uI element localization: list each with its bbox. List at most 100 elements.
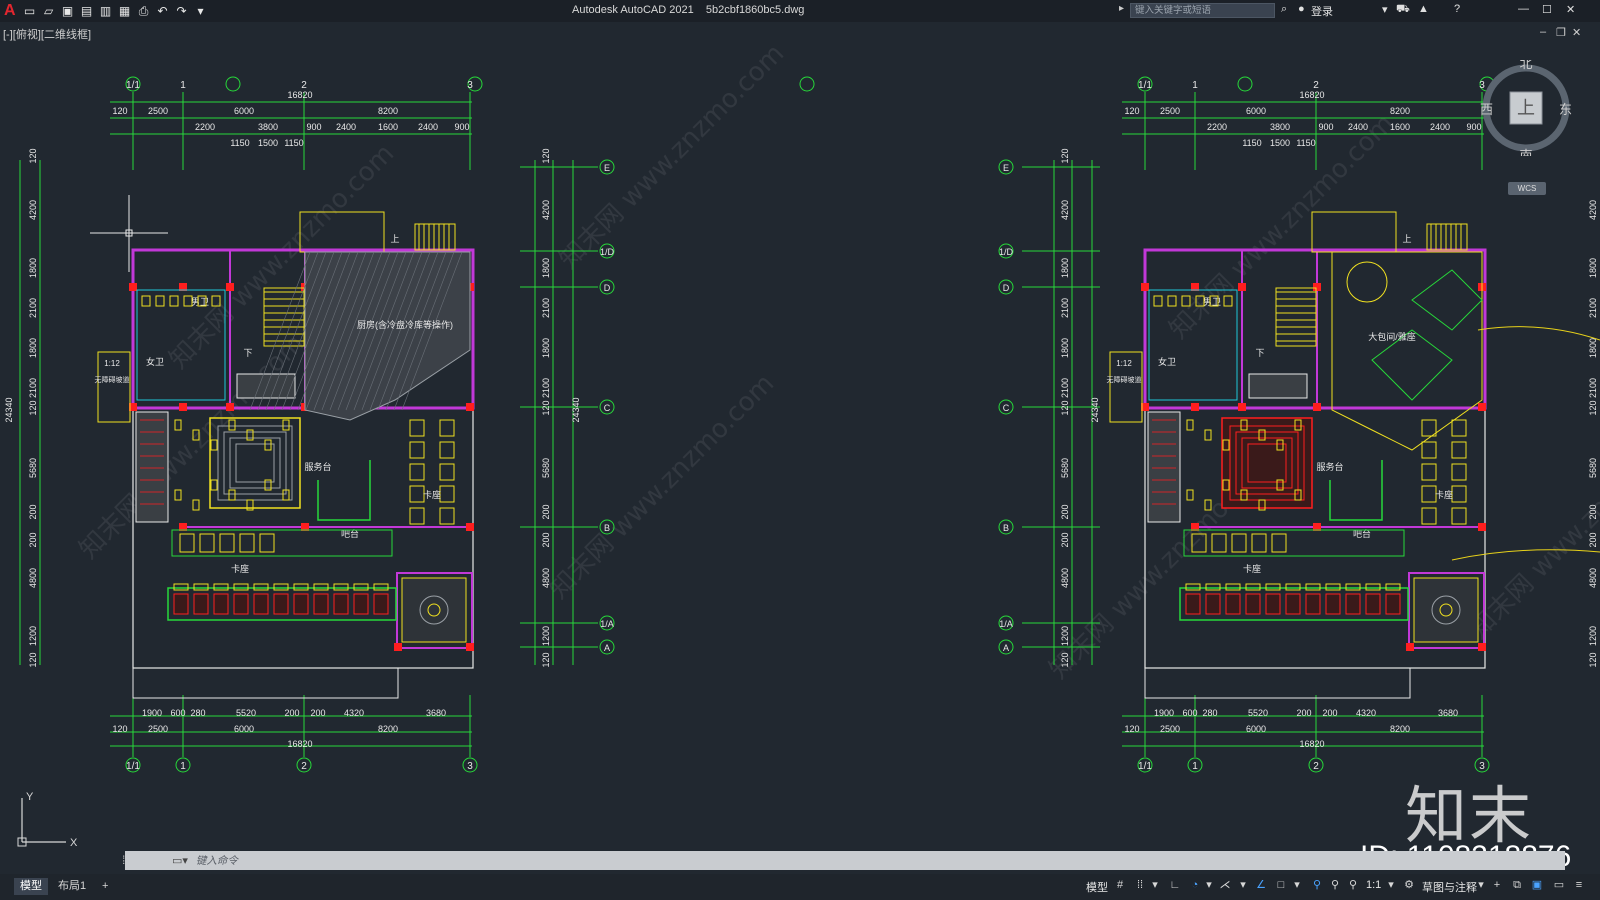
- dimension-text: 200: [1060, 532, 1070, 547]
- open-file-icon[interactable]: ▱: [41, 3, 57, 19]
- redo-icon[interactable]: ↷: [174, 3, 190, 19]
- chevron-down-icon[interactable]: ▾: [1382, 3, 1388, 16]
- model-space-toggle[interactable]: 模型: [1086, 879, 1108, 895]
- chevron-down-icon[interactable]: ▾: [1236, 878, 1250, 892]
- customize-menu-icon[interactable]: ≡: [1572, 878, 1586, 892]
- dimension-text: 8200: [378, 724, 398, 734]
- viewcube[interactable]: 上 北 南 西 东: [1478, 60, 1574, 156]
- undo-icon[interactable]: ↶: [155, 3, 171, 19]
- dimension-text: 200: [541, 504, 551, 519]
- chair: [1345, 583, 1361, 591]
- command-input[interactable]: 键入命令: [196, 853, 238, 868]
- booth-seat: [1421, 419, 1437, 437]
- workspace-switch[interactable]: 草图与注释: [1422, 879, 1477, 895]
- object-snap-tracking-icon[interactable]: ∠: [1254, 878, 1268, 892]
- dimension-text: 120: [112, 106, 127, 116]
- dimension-text: 600: [1182, 708, 1197, 718]
- add-layout-icon[interactable]: +: [96, 878, 114, 895]
- command-prompt-icon[interactable]: ▭▾: [172, 854, 188, 867]
- customize-toolbar-icon[interactable]: ▾: [193, 3, 209, 19]
- booth-seat: [439, 463, 455, 481]
- booth-seat: [409, 419, 425, 437]
- wcs-button[interactable]: WCS: [1508, 182, 1546, 195]
- dimension-text: 4200: [1060, 200, 1070, 220]
- dimension-text: 8200: [1390, 724, 1410, 734]
- chair: [213, 583, 229, 591]
- grid-bubble-label: C: [604, 403, 611, 413]
- title-bar: A ▭ ▱ ▣ ▤ ▥ ▦ ⎙ ↶ ↷ ▾ Autodesk AutoCAD 2…: [0, 0, 1600, 22]
- close-icon[interactable]: ✕: [1566, 3, 1575, 16]
- plot-icon[interactable]: ⎙: [136, 3, 152, 19]
- object-snap-icon[interactable]: □: [1274, 878, 1288, 892]
- auto-scale-icon[interactable]: ⚲: [1328, 878, 1342, 892]
- dimension-text: 4800: [28, 568, 38, 588]
- snap-icon[interactable]: ⁞⁞: [1133, 878, 1147, 892]
- doc-restore-icon[interactable]: ❐: [1556, 26, 1566, 39]
- maximize-icon[interactable]: ☐: [1542, 3, 1552, 16]
- doc-close-icon[interactable]: ✕: [1572, 26, 1581, 39]
- annotation-visibility-icon[interactable]: ⚲: [1310, 878, 1324, 892]
- save-as-icon[interactable]: ▤: [79, 3, 95, 19]
- chevron-down-icon[interactable]: ▾: [1384, 878, 1398, 892]
- isodraft-icon[interactable]: ⋌: [1218, 878, 1232, 892]
- chevron-right-icon[interactable]: ▸: [1119, 3, 1124, 14]
- plus-icon[interactable]: +: [1490, 878, 1504, 892]
- dimension-text: 4320: [1356, 708, 1376, 718]
- chevron-down-icon[interactable]: ▾: [1202, 878, 1216, 892]
- screen-pattern: [223, 431, 287, 495]
- search-input[interactable]: 键入关键字或短语: [1130, 3, 1275, 18]
- doc-minimize-icon[interactable]: –: [1540, 26, 1546, 38]
- user-icon[interactable]: ●: [1298, 3, 1305, 15]
- booth-seat: [1421, 485, 1437, 503]
- chevron-down-icon[interactable]: ▾: [1474, 878, 1488, 892]
- grid-bubble-label: 1/D: [600, 247, 615, 257]
- cart-icon[interactable]: ⛟: [1396, 3, 1410, 17]
- status-bar: 模型 布局1 + 模型 # ⁞⁞ ▾ ∟ ◔ ▾ ⋌ ▾ ∠ □ ▾ ⚲ ⚲ ⚲…: [0, 874, 1600, 900]
- dimension-text: 120: [1588, 400, 1598, 415]
- save-icon[interactable]: ▣: [60, 3, 76, 19]
- minimize-icon[interactable]: —: [1518, 3, 1529, 15]
- open-web-icon[interactable]: ▥: [98, 3, 114, 19]
- dimension-text: 16820: [1299, 739, 1324, 749]
- save-web-icon[interactable]: ▦: [117, 3, 133, 19]
- gear-icon[interactable]: ⚙: [1402, 878, 1416, 892]
- tab-layout1[interactable]: 布局1: [52, 878, 92, 895]
- ortho-icon[interactable]: ∟: [1168, 878, 1182, 892]
- grid-bubble-label: 2: [301, 761, 307, 772]
- help-icon[interactable]: ?: [1454, 3, 1460, 15]
- room-label: 厨房(含冷盘冷库等操作): [357, 319, 453, 330]
- dimension-text: 1800: [1060, 258, 1070, 278]
- autodesk-app-icon[interactable]: ▲: [1418, 3, 1429, 15]
- dimension-text: 1800: [28, 258, 38, 278]
- polar-icon[interactable]: ◔: [1188, 878, 1202, 892]
- drawing-canvas[interactable]: 知末网 www.znzmo.com 知末网 www.znzmo.com知末网 ww…: [0, 40, 1600, 850]
- tab-model[interactable]: 模型: [14, 878, 48, 895]
- booth-seat: [1421, 441, 1437, 459]
- furniture: [282, 419, 290, 431]
- fixture: [155, 295, 165, 307]
- dimension-text: 3800: [1270, 122, 1290, 132]
- structural-column: [1313, 403, 1321, 411]
- grid-icon[interactable]: #: [1113, 878, 1127, 892]
- annotation-scale-value[interactable]: 1:1: [1366, 879, 1381, 891]
- dimension-text: 1150: [1296, 138, 1315, 148]
- ramp-label: 1:12: [1116, 359, 1132, 368]
- hardware-acceleration-icon[interactable]: ▣: [1530, 878, 1544, 892]
- chevron-down-icon[interactable]: ▾: [1290, 878, 1304, 892]
- login-button[interactable]: 登录: [1311, 3, 1333, 19]
- chevron-down-icon[interactable]: ▾: [1148, 878, 1162, 892]
- annotation-scale-icon[interactable]: ⚲: [1346, 878, 1360, 892]
- clean-screen-icon[interactable]: ▭: [1552, 878, 1566, 892]
- booth-seat: [239, 533, 255, 553]
- isolate-objects-icon[interactable]: ⧉: [1510, 878, 1524, 892]
- command-line[interactable]: ▭▾ 键入命令: [125, 851, 1565, 870]
- grid-bubble: [1237, 76, 1253, 92]
- dimension-text: 8200: [378, 106, 398, 116]
- dimension-text: 1500: [258, 138, 278, 148]
- dimension-text: 2400: [1348, 122, 1368, 132]
- search-icon[interactable]: ⌕: [1281, 3, 1287, 16]
- autocad-logo-icon[interactable]: A: [4, 2, 16, 20]
- booth-seat: [409, 507, 425, 525]
- new-file-icon[interactable]: ▭: [22, 3, 38, 19]
- structural-column: [179, 403, 187, 411]
